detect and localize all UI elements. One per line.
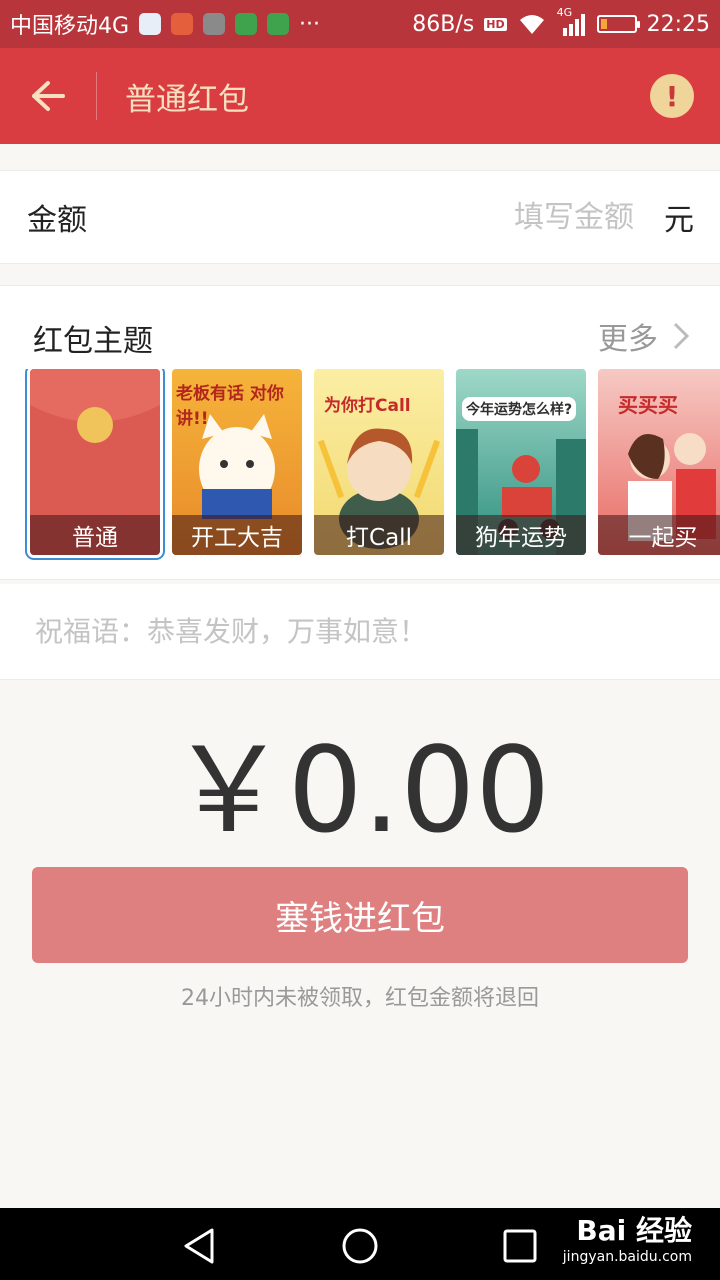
theme-section: 红包主题 更多 普通 老板有话 对你讲!! 开工大吉 为你打Call 打Call… <box>0 285 720 580</box>
greeting-row <box>0 584 720 680</box>
theme-label: 狗年运势 <box>456 515 586 555</box>
wifi-icon <box>519 15 544 34</box>
theme-item-dacall[interactable]: 为你打Call 打Call <box>314 369 444 555</box>
theme-art-text: 今年运势怎么样? <box>462 397 577 421</box>
theme-label: 开工大吉 <box>172 515 302 555</box>
amount-input[interactable] <box>372 198 636 236</box>
theme-list: 普通 老板有话 对你讲!! 开工大吉 为你打Call 打Call 今年运势怎么样… <box>24 369 720 566</box>
amount-label: 金额 <box>27 203 87 238</box>
amount-unit: 元 <box>664 203 694 238</box>
notification-icons: ··· <box>139 12 320 37</box>
app-bar-divider <box>96 72 97 120</box>
nav-home-icon[interactable] <box>340 1226 380 1266</box>
signal-icon: 4G <box>557 6 587 36</box>
lottery-app-icon <box>235 13 258 35</box>
nav-recents-icon[interactable] <box>500 1226 540 1266</box>
back-button[interactable] <box>0 48 96 144</box>
navigation-bar: Bai 经验 jingyan.baidu.com <box>0 1208 720 1280</box>
theme-art-text: 为你打Call <box>324 396 411 416</box>
watermark: Bai 经验 jingyan.baidu.com <box>563 1214 692 1266</box>
clock: 22:25 <box>646 11 710 37</box>
theme-label: 一起买 <box>598 515 720 555</box>
more-themes-button[interactable]: 更多 <box>598 314 690 358</box>
lottery-app-icon-2 <box>267 13 290 35</box>
page-title: 普通红包 <box>125 81 249 118</box>
hd-badge: HD <box>484 17 507 31</box>
theme-label: 打Call <box>314 515 444 555</box>
more-notifications-icon: ··· <box>299 11 321 37</box>
nav-back-icon[interactable] <box>180 1226 220 1266</box>
app-notification-icon <box>171 13 194 35</box>
refund-note: 24小时内未被领取，红包金额将退回 <box>181 986 539 1011</box>
theme-item-plain[interactable]: 普通 <box>25 369 165 560</box>
theme-item-kaigong[interactable]: 老板有话 对你讲!! 开工大吉 <box>172 369 302 555</box>
watermark-url: jingyan.baidu.com <box>562 1249 692 1265</box>
theme-art-text: 老板有话 对你讲!! <box>176 384 284 429</box>
submit-button[interactable]: 塞钱进红包 <box>32 867 688 963</box>
carrier-label: 中国移动4G <box>10 14 130 39</box>
info-button[interactable]: ! <box>650 74 694 118</box>
browser-app-icon <box>139 13 162 35</box>
theme-art-text: 买买买 <box>618 393 678 417</box>
status-bar: 中国移动4G ··· 86B/s HD 4G 22:25 <box>0 0 720 48</box>
total-amount: ￥0.00 <box>169 721 551 859</box>
theme-label: 普通 <box>30 515 160 555</box>
theme-item-buy[interactable]: 买买买 一起买 <box>598 369 720 555</box>
watermark-brand: Bai 经验 <box>576 1214 692 1247</box>
amount-row: 金额 元 <box>0 170 720 264</box>
exclamation-icon: ! <box>665 79 679 113</box>
network-speed: 86B/s <box>412 11 475 37</box>
theme-section-title: 红包主题 <box>33 324 153 359</box>
gallery-icon <box>203 13 226 35</box>
theme-item-fortune[interactable]: 今年运势怎么样? 狗年运势 <box>456 369 586 555</box>
more-themes-label: 更多 <box>598 322 658 357</box>
greeting-input[interactable] <box>33 614 637 649</box>
app-bar: 普通红包 ! <box>0 48 720 144</box>
chevron-right-icon <box>673 322 690 350</box>
battery-icon <box>596 15 640 33</box>
back-arrow-icon <box>32 81 65 111</box>
